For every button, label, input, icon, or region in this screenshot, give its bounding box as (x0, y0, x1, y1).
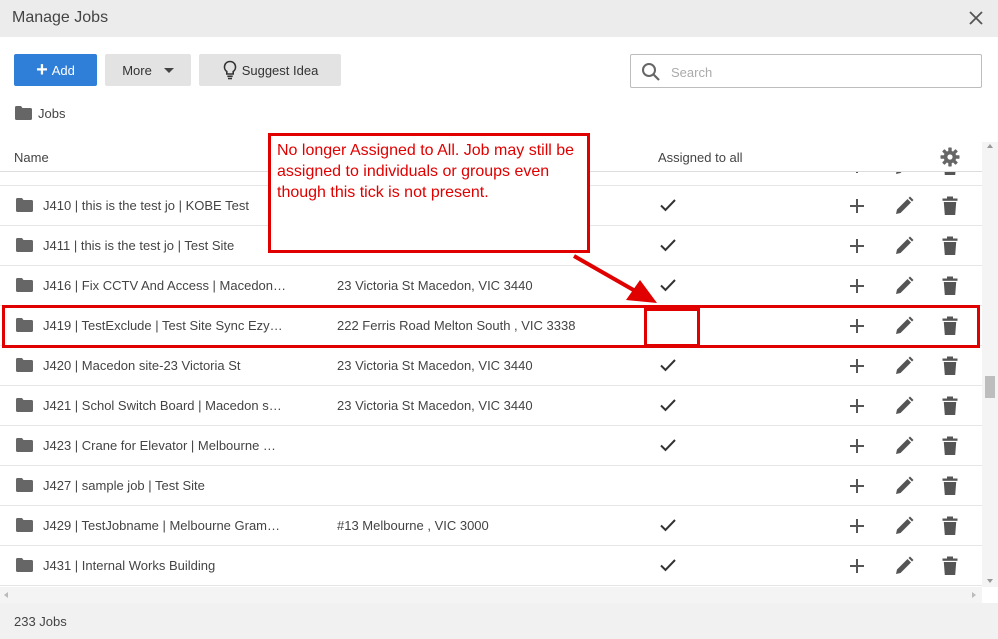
edit-icon[interactable] (894, 276, 914, 301)
folder-icon (16, 438, 33, 457)
add-subjob-icon[interactable] (848, 437, 866, 460)
edit-icon[interactable] (894, 396, 914, 421)
suggest-idea-label: Suggest Idea (241, 62, 319, 78)
caret-down-icon (163, 67, 174, 73)
add-subjob-icon[interactable] (848, 477, 866, 500)
checkmark-icon (660, 398, 676, 417)
scroll-right-arrow[interactable] (972, 592, 976, 598)
footer: 233 Jobs (0, 603, 998, 639)
job-name[interactable]: J427 | sample job | Test Site (43, 478, 308, 493)
job-address: #13 Melbourne , VIC 3000 (337, 518, 489, 533)
checkmark-icon (660, 558, 676, 577)
trash-icon[interactable] (942, 356, 958, 381)
checkmark-icon (660, 358, 676, 377)
trash-icon[interactable] (942, 556, 958, 581)
trash-icon[interactable] (942, 516, 958, 541)
trash-icon[interactable] (942, 236, 958, 261)
lightbulb-icon (223, 60, 237, 80)
folder-icon (16, 558, 33, 577)
edit-icon[interactable] (894, 236, 914, 261)
table-row[interactable]: J427 | sample job | Test Site (0, 466, 982, 506)
folder-icon (16, 198, 33, 217)
checkmark-icon (660, 238, 676, 257)
annotation-cell-highlight (644, 308, 700, 347)
title-bar: Manage Jobs (0, 0, 998, 37)
job-name[interactable]: J421 | Schol Switch Board | Macedon s… (43, 398, 308, 413)
table-row[interactable]: J431 | Internal Works Building (0, 546, 982, 586)
edit-icon[interactable] (894, 172, 914, 181)
job-name[interactable]: J423 | Crane for Elevator | Melbourne … (43, 438, 308, 453)
horizontal-scrollbar[interactable] (0, 587, 982, 603)
job-name[interactable]: J429 | TestJobname | Melbourne Gram… (43, 518, 308, 533)
add-subjob-icon[interactable] (848, 237, 866, 260)
add-subjob-icon[interactable] (848, 517, 866, 540)
add-button[interactable]: + Add (14, 54, 97, 86)
edit-icon[interactable] (894, 516, 914, 541)
edit-icon[interactable] (894, 476, 914, 501)
job-name[interactable]: J416 | Fix CCTV And Access | Macedon… (43, 278, 308, 293)
trash-icon[interactable] (942, 476, 958, 501)
edit-icon[interactable] (894, 556, 914, 581)
plus-icon: + (36, 59, 48, 81)
search-input[interactable] (671, 62, 971, 82)
breadcrumb: Jobs (15, 104, 65, 122)
job-address: 23 Victoria St Macedon, VIC 3440 (337, 398, 533, 413)
annotation-row-highlight (2, 305, 980, 348)
add-subjob-icon[interactable] (848, 172, 866, 180)
scroll-up-arrow[interactable] (987, 144, 993, 148)
gear-icon[interactable] (940, 147, 960, 167)
checkmark-icon (660, 438, 676, 457)
trash-icon[interactable] (942, 196, 958, 221)
more-button[interactable]: More (105, 54, 191, 86)
folder-icon (16, 518, 33, 537)
close-icon[interactable] (966, 8, 986, 28)
trash-icon[interactable] (942, 436, 958, 461)
checkmark-icon (660, 198, 676, 217)
scroll-down-arrow[interactable] (987, 579, 993, 583)
checkmark-icon (660, 278, 676, 297)
search-icon (642, 63, 660, 81)
job-count: 233 Jobs (14, 614, 67, 629)
column-header-assigned[interactable]: Assigned to all (658, 150, 743, 165)
folder-icon (16, 278, 33, 297)
table-row[interactable]: J416 | Fix CCTV And Access | Macedon… 23 … (0, 266, 982, 306)
scrollbar-thumb[interactable] (985, 376, 995, 398)
search-box (630, 54, 982, 88)
edit-icon[interactable] (894, 356, 914, 381)
table-row[interactable]: J420 | Macedon site-23 Victoria St 23 Vic… (0, 346, 982, 386)
folder-icon (16, 478, 33, 497)
add-subjob-icon[interactable] (848, 357, 866, 380)
add-button-label: Add (51, 62, 75, 78)
table-row[interactable]: J423 | Crane for Elevator | Melbourne … (0, 426, 982, 466)
job-address: 23 Victoria St Macedon, VIC 3440 (337, 278, 533, 293)
vertical-scrollbar[interactable] (982, 142, 998, 587)
column-header-name[interactable]: Name (14, 150, 49, 165)
edit-icon[interactable] (894, 436, 914, 461)
add-subjob-icon[interactable] (848, 557, 866, 580)
breadcrumb-jobs[interactable]: Jobs (38, 106, 65, 121)
folder-icon (16, 358, 33, 377)
annotation-callout: No longer Assigned to All. Job may still… (268, 133, 590, 253)
folder-icon (16, 238, 33, 257)
trash-icon[interactable] (942, 172, 958, 181)
edit-icon[interactable] (894, 196, 914, 221)
job-name[interactable]: J420 | Macedon site-23 Victoria St (43, 358, 308, 373)
window-title: Manage Jobs (12, 9, 109, 26)
job-name[interactable]: J431 | Internal Works Building (43, 558, 308, 573)
add-subjob-icon[interactable] (848, 277, 866, 300)
trash-icon[interactable] (942, 396, 958, 421)
folder-icon (15, 106, 32, 120)
job-address: 23 Victoria St Macedon, VIC 3440 (337, 358, 533, 373)
table-row[interactable]: J429 | TestJobname | Melbourne Gram… #13 … (0, 506, 982, 546)
folder-icon (16, 398, 33, 417)
checkmark-icon (660, 518, 676, 537)
more-button-label: More (122, 62, 152, 78)
add-subjob-icon[interactable] (848, 397, 866, 420)
table-row[interactable]: J421 | Schol Switch Board | Macedon s… 23… (0, 386, 982, 426)
suggest-idea-button[interactable]: Suggest Idea (199, 54, 341, 86)
scroll-left-arrow[interactable] (4, 592, 8, 598)
add-subjob-icon[interactable] (848, 197, 866, 220)
trash-icon[interactable] (942, 276, 958, 301)
